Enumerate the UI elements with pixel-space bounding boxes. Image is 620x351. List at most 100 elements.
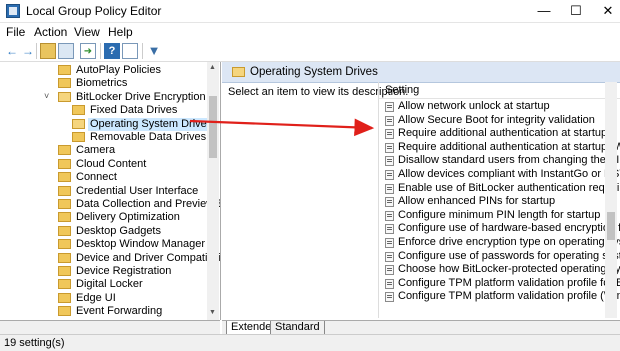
menu-file[interactable]: File xyxy=(6,25,25,39)
setting-row[interactable]: Allow Secure Boot for integrity validati… xyxy=(379,114,620,127)
details-pane: Operating System Drives Select an item t… xyxy=(222,62,620,320)
toolbar: ← → ➜ ? ▼ xyxy=(0,41,620,62)
setting-label: Configure TPM platform validation profil… xyxy=(398,290,620,303)
tree-item-label: Camera xyxy=(76,144,115,157)
tree-item-label: Data Collection and Preview Builds xyxy=(76,198,221,211)
folder-icon xyxy=(58,266,71,276)
maximize-button[interactable]: ☐ xyxy=(560,0,592,22)
folder-icon xyxy=(58,159,71,169)
setting-row[interactable]: Choose how BitLocker-protected operating… xyxy=(379,263,620,276)
folder-icon xyxy=(58,92,71,102)
setting-label: Enable use of BitLocker authentication r… xyxy=(398,182,620,195)
setting-label: Allow enhanced PINs for startup xyxy=(398,195,555,208)
menu-action[interactable]: Action xyxy=(34,25,67,39)
settings-scrollbar[interactable] xyxy=(605,82,617,318)
policy-setting-icon xyxy=(385,129,394,139)
policy-setting-icon xyxy=(385,238,394,248)
export-list-icon[interactable]: ➜ xyxy=(80,43,96,59)
tree-item-label: Device and Driver Compatibility xyxy=(76,252,221,265)
setting-row[interactable]: Require additional authentication at sta… xyxy=(379,141,620,154)
group-policy-app-icon xyxy=(6,4,20,18)
setting-label: Allow network unlock at startup xyxy=(398,100,550,113)
policy-setting-icon xyxy=(385,143,394,153)
setting-label: Configure minimum PIN length for startup xyxy=(398,209,600,222)
policy-setting-icon xyxy=(385,252,394,262)
policy-setting-icon xyxy=(385,116,394,126)
folder-icon xyxy=(58,226,71,236)
tree-item-label: Desktop Window Manager xyxy=(76,238,205,251)
setting-label: Choose how BitLocker-protected operating… xyxy=(398,263,620,276)
tree-item-label: Device Registration xyxy=(76,265,171,278)
settings-list[interactable]: Setting Allow network unlock at startupA… xyxy=(378,82,620,318)
folder-icon xyxy=(58,293,71,303)
setting-label: Configure use of hardware-based encrypti… xyxy=(398,222,620,235)
menu-bar: File Action View Help xyxy=(0,23,620,41)
tab-standard[interactable]: Standard xyxy=(270,321,325,335)
menu-view[interactable]: View xyxy=(74,25,100,39)
menu-help[interactable]: Help xyxy=(108,25,133,39)
setting-row[interactable]: Configure TPM platform validation profil… xyxy=(379,277,620,290)
toolbar-separator xyxy=(36,43,37,59)
title-bar: Local Group Policy Editor — ☐ ✕ xyxy=(0,0,620,23)
tree-item-label: Delivery Optimization xyxy=(76,211,180,224)
back-arrow-icon[interactable]: ← xyxy=(4,43,20,59)
setting-column-header[interactable]: Setting xyxy=(379,82,620,99)
properties-icon[interactable] xyxy=(122,43,138,59)
help-icon[interactable]: ? xyxy=(104,43,120,59)
policy-tree[interactable]: AutoPlay PoliciesBiometrics˅BitLocker Dr… xyxy=(0,62,221,320)
tree-item-label: Operating System Drives xyxy=(88,118,214,131)
tree-scrollbar[interactable]: ▲ ▼ xyxy=(207,62,219,320)
policy-setting-icon xyxy=(385,292,394,302)
toolbar-separator xyxy=(100,43,101,59)
folder-icon xyxy=(58,279,71,289)
tree-item-label: BitLocker Drive Encryption xyxy=(76,91,206,104)
scroll-down-icon[interactable]: ▼ xyxy=(209,309,216,316)
setting-row[interactable]: Enable use of BitLocker authentication r… xyxy=(379,182,620,195)
collapse-chevron-icon[interactable]: ˅ xyxy=(44,91,54,101)
up-folder-icon[interactable] xyxy=(40,43,56,59)
scroll-up-icon[interactable]: ▲ xyxy=(209,64,216,71)
policy-setting-icon xyxy=(385,170,394,180)
left-pane-bottom xyxy=(0,320,220,335)
close-button[interactable]: ✕ xyxy=(592,0,620,22)
setting-row[interactable]: Allow devices compliant with InstantGo o… xyxy=(379,168,620,181)
details-header: Operating System Drives xyxy=(222,62,620,83)
show-hide-tree-icon[interactable] xyxy=(58,43,74,59)
policy-setting-icon xyxy=(385,156,394,166)
policy-setting-icon xyxy=(385,184,394,194)
setting-row[interactable]: Configure minimum PIN length for startup xyxy=(379,209,620,222)
setting-row[interactable]: Enforce drive encryption type on operati… xyxy=(379,236,620,249)
tree-item-label: AutoPlay Policies xyxy=(76,64,161,77)
policy-setting-icon xyxy=(385,224,394,234)
setting-row[interactable]: Allow enhanced PINs for startup xyxy=(379,195,620,208)
scrollbar-thumb[interactable] xyxy=(209,96,217,158)
tree-item-label: Fixed Data Drives xyxy=(90,104,177,117)
setting-row[interactable]: Configure use of passwords for operating… xyxy=(379,250,620,263)
setting-row[interactable]: Configure TPM platform validation profil… xyxy=(379,290,620,303)
view-tabs: Extended Standard xyxy=(222,320,620,335)
tree-item-label: Edge UI xyxy=(76,292,116,305)
folder-icon xyxy=(58,306,71,316)
setting-label: Enforce drive encryption type on operati… xyxy=(398,236,620,249)
setting-row[interactable]: Configure use of hardware-based encrypti… xyxy=(379,222,620,235)
filter-icon[interactable]: ▼ xyxy=(146,43,162,59)
folder-icon xyxy=(58,145,71,155)
folder-icon xyxy=(232,67,245,77)
tree-item-label: Cloud Content xyxy=(76,158,146,171)
setting-label: Disallow standard users from changing th… xyxy=(398,154,620,167)
forward-arrow-icon[interactable]: → xyxy=(20,43,36,59)
minimize-button[interactable]: — xyxy=(528,0,560,22)
folder-icon xyxy=(58,239,71,249)
details-title: Operating System Drives xyxy=(250,66,378,78)
folder-icon xyxy=(58,186,71,196)
tree-item-label: Event Forwarding xyxy=(76,305,162,318)
policy-setting-icon xyxy=(385,279,394,289)
folder-icon xyxy=(58,253,71,263)
folder-icon xyxy=(58,199,71,209)
folder-icon xyxy=(58,172,71,182)
setting-row[interactable]: Disallow standard users from changing th… xyxy=(379,154,620,167)
setting-row[interactable]: Require additional authentication at sta… xyxy=(379,127,620,140)
setting-row[interactable]: Allow network unlock at startup xyxy=(379,100,620,113)
scrollbar-thumb[interactable] xyxy=(607,212,615,240)
policy-setting-icon xyxy=(385,211,394,221)
